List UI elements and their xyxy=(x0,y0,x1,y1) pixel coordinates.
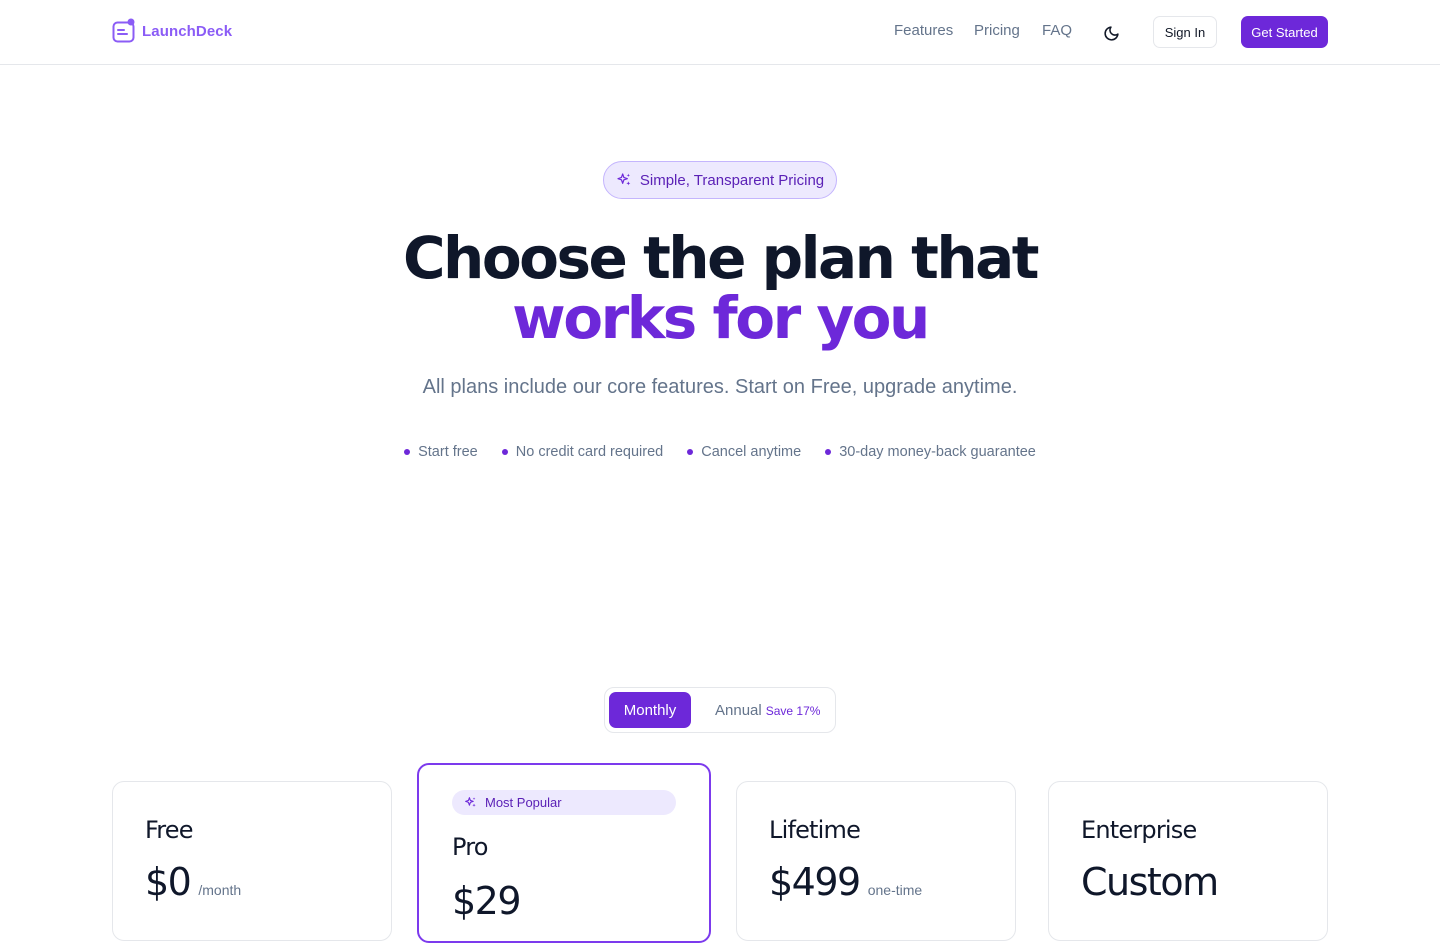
plan-card-free: Free $0 /month xyxy=(112,781,392,941)
hero-subtitle: All plans include our core features. Sta… xyxy=(422,376,1018,398)
price-row: $499 one-time xyxy=(769,860,922,904)
bullet-item: Start free xyxy=(404,444,478,460)
price-row: Custom xyxy=(1081,860,1219,904)
plan-card-enterprise: Enterprise Custom xyxy=(1048,781,1328,941)
bullet-item: Cancel anytime xyxy=(687,444,801,460)
logo-text: LaunchDeck xyxy=(142,22,233,40)
bullet-text: 30-day money-back guarantee xyxy=(839,444,1036,460)
bullet-dot-icon xyxy=(687,449,694,455)
most-popular-badge: Most Popular xyxy=(452,790,676,815)
nav-link-faq[interactable]: FAQ xyxy=(1042,22,1072,39)
annual-toggle-button[interactable]: Annual Save 17% xyxy=(715,692,820,728)
bullet-dot-icon xyxy=(404,449,411,455)
price-unit: /month xyxy=(198,882,242,898)
bullet-item: 30-day money-back guarantee xyxy=(825,444,1036,460)
pill-text: Simple, Transparent Pricing xyxy=(639,171,825,189)
bullet-text: Cancel anytime xyxy=(701,444,802,460)
sign-in-button[interactable]: Sign In xyxy=(1153,16,1217,48)
plan-name: Pro xyxy=(452,833,488,861)
hero-title-line-1: Choose the plan that xyxy=(402,224,1040,292)
plan-name: Lifetime xyxy=(769,816,861,844)
bullet-item: No credit card required xyxy=(501,444,664,460)
price-unit: one-time xyxy=(867,882,923,898)
price-row: $29 xyxy=(452,879,522,923)
bullet-dot-icon xyxy=(501,449,508,455)
logo-icon xyxy=(112,18,135,43)
site-header: LaunchDeck Features Pricing FAQ Sign In … xyxy=(0,0,1440,65)
monthly-toggle-button[interactable]: Monthly xyxy=(609,692,691,728)
plan-card-pro: Most Popular Pro $29 xyxy=(417,763,711,943)
plan-name: Enterprise xyxy=(1081,816,1197,844)
nav-link-pricing[interactable]: Pricing xyxy=(974,22,1020,39)
nav-link-features[interactable]: Features xyxy=(894,22,953,39)
save-badge: Save 17% xyxy=(765,704,821,718)
plan-price: $499 xyxy=(769,860,861,904)
hero-title: Choose the plan that works for you xyxy=(0,228,1440,348)
bullet-text: No credit card required xyxy=(515,444,664,460)
plan-price: $0 xyxy=(145,860,192,904)
price-row: $0 /month xyxy=(145,860,241,904)
moon-icon xyxy=(1103,25,1119,41)
sparkles-icon xyxy=(465,797,476,807)
theme-toggle-button[interactable] xyxy=(1098,20,1124,46)
annual-label: Annual xyxy=(715,701,762,719)
plan-price: $29 xyxy=(452,879,522,923)
plan-name: Free xyxy=(145,816,194,844)
logo[interactable]: LaunchDeck xyxy=(112,17,232,45)
badge-text: Most Popular xyxy=(485,795,562,810)
plan-card-lifetime: Lifetime $499 one-time xyxy=(736,781,1016,941)
hero-title-line-2: works for you xyxy=(512,284,930,352)
pricing-pill-badge: Simple, Transparent Pricing xyxy=(603,161,837,199)
sparkles-icon xyxy=(617,173,631,186)
plan-price: Custom xyxy=(1081,860,1219,904)
get-started-button[interactable]: Get Started xyxy=(1241,16,1328,48)
billing-period-toggle: Monthly Annual Save 17% xyxy=(604,687,836,733)
feature-bullets: Start free No credit card required Cance… xyxy=(0,444,1440,460)
bullet-text: Start free xyxy=(418,444,478,460)
bullet-dot-icon xyxy=(825,449,832,455)
